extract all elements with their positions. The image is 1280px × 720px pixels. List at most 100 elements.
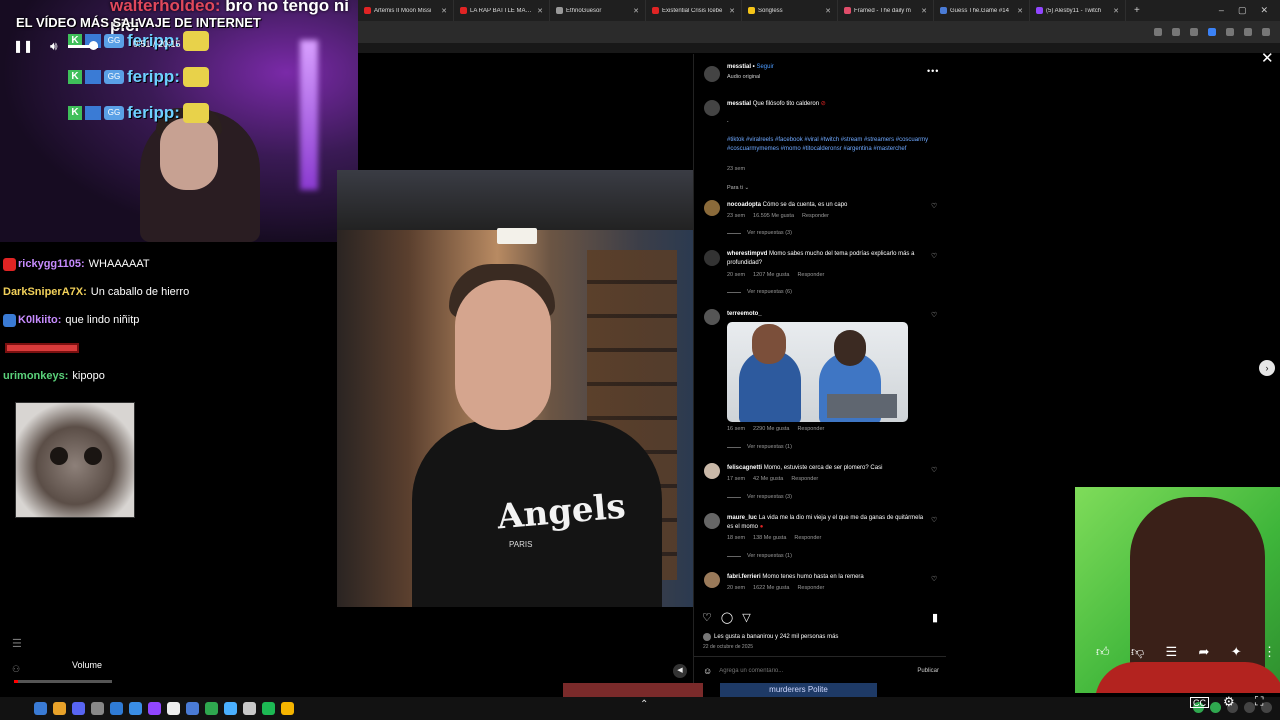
comment-likes[interactable]: 138 Me gusta	[753, 535, 786, 541]
menu-icon[interactable]	[1262, 28, 1270, 36]
maximize-button[interactable]: ▢	[1238, 5, 1247, 16]
heart-icon[interactable]: ♡	[931, 252, 937, 260]
minimize-button[interactable]: –	[1219, 5, 1224, 16]
twitch-icon[interactable]	[148, 702, 161, 715]
chat-username[interactable]: rickygg1105:	[18, 258, 85, 270]
volume-slider-knob[interactable]	[89, 41, 98, 50]
thumbs-up-icon[interactable]: 👍︎	[1096, 644, 1110, 660]
close-icon[interactable]: ✕	[633, 7, 639, 15]
cast-icon[interactable]	[1154, 28, 1162, 36]
app-icon[interactable]	[129, 702, 142, 715]
view-replies-button[interactable]: Ver respuestas (6)	[727, 289, 792, 295]
browser-tab[interactable]: EthnoGuesor ✕	[550, 0, 646, 21]
profile-icon[interactable]	[1244, 28, 1252, 36]
reply-button[interactable]: Responder	[794, 535, 821, 541]
new-tab-button[interactable]: +	[1126, 5, 1148, 16]
chat-username[interactable]: K0lkiito:	[18, 314, 61, 326]
mute-button[interactable]: ◀	[673, 664, 687, 678]
heart-icon[interactable]: ♡	[931, 202, 937, 210]
captions-button[interactable]: CC	[1190, 697, 1209, 708]
commenter-avatar[interactable]	[704, 200, 720, 216]
caption-hashtags[interactable]: #tiktok #viralreels #facebook #viral #tw…	[727, 136, 932, 153]
volume-icon[interactable]: 🔊︎	[50, 39, 58, 54]
comment-input[interactable]	[719, 668, 918, 674]
window-close-button[interactable]: ✕	[1260, 5, 1268, 16]
close-icon[interactable]: ✕	[921, 7, 927, 15]
likes-summary[interactable]: Les gusta a bananirou y 242 mil personas…	[703, 633, 838, 641]
view-replies-button[interactable]: Ver respuestas (3)	[727, 494, 792, 500]
discord-icon[interactable]	[72, 702, 85, 715]
app-icon[interactable]	[205, 702, 218, 715]
commenter-avatar[interactable]	[704, 309, 720, 325]
hamburger-icon[interactable]: ☰	[12, 637, 22, 650]
follow-button[interactable]: Seguir	[756, 64, 773, 70]
share-icon[interactable]: ▽	[742, 611, 750, 625]
comment-user[interactable]: terreemoto_	[727, 311, 762, 317]
browser-tab[interactable]: Framed - The daily m ✕	[838, 0, 934, 21]
heart-icon[interactable]: ♡	[931, 575, 937, 583]
tiktok-icon[interactable]	[167, 702, 180, 715]
comment-user[interactable]: wherestimpvd	[727, 251, 767, 257]
close-icon[interactable]: ✕	[1017, 7, 1023, 15]
bookmark-icon[interactable]: ▮	[932, 611, 938, 625]
close-icon[interactable]: ✕	[729, 7, 735, 15]
browser-tab[interactable]: Artemis II Moon Missi ✕	[358, 0, 454, 21]
pause-icon[interactable]: ❚❚	[13, 39, 33, 53]
close-icon[interactable]: ✕	[537, 7, 543, 15]
emoji-icon[interactable]: ☺	[703, 666, 712, 676]
sparkle-icon[interactable]: ✦	[1231, 644, 1242, 660]
commenter-avatar[interactable]	[704, 513, 720, 529]
windows-icon[interactable]	[34, 702, 47, 715]
comment-likes[interactable]: 2290 Me gusta	[753, 426, 789, 432]
author-name[interactable]: messtial	[727, 64, 751, 70]
browser-tab[interactable]: LA RAP BATTLE MÁS C ✕	[454, 0, 550, 21]
chat-username[interactable]: urimonkeys:	[3, 370, 68, 382]
comment-user[interactable]: feliscagnetti	[727, 465, 762, 471]
reel-video[interactable]: Angels PARIS	[337, 170, 693, 607]
comment-likes[interactable]: 1622 Me gusta	[753, 585, 789, 591]
comment-user[interactable]: maure_luc	[727, 515, 757, 521]
reply-button[interactable]: Responder	[802, 213, 829, 219]
app-icon[interactable]	[243, 702, 256, 715]
edge-icon[interactable]	[224, 702, 237, 715]
reply-button[interactable]: Responder	[797, 585, 824, 591]
comment-likes[interactable]: 1207 Me gusta	[753, 272, 789, 278]
star-icon[interactable]	[1172, 28, 1180, 36]
reply-button[interactable]: Responder	[797, 272, 824, 278]
app-icon[interactable]	[110, 702, 123, 715]
view-replies-button[interactable]: Ver respuestas (1)	[727, 553, 792, 559]
reaction-video[interactable]	[1075, 487, 1280, 693]
progress-bar[interactable]	[14, 680, 112, 683]
comment-meme-image[interactable]	[727, 322, 908, 422]
more-options-icon[interactable]: •••	[927, 66, 939, 76]
close-icon[interactable]: ✕	[1113, 7, 1119, 15]
comment-user[interactable]: nocoadopta	[727, 202, 761, 208]
chevron-up-icon[interactable]: ⌃	[640, 699, 648, 710]
browser-tab[interactable]: Songless ✕	[742, 0, 838, 21]
chrome-icon[interactable]	[281, 702, 294, 715]
reply-button[interactable]: Responder	[791, 476, 818, 482]
tray-icon[interactable]	[1210, 702, 1221, 713]
gear-icon[interactable]: ⚙	[1223, 694, 1235, 710]
comment-likes[interactable]: 42 Me gusta	[753, 476, 783, 482]
extension-icon[interactable]	[1208, 28, 1216, 36]
heart-icon[interactable]: ♡	[931, 466, 937, 474]
chevron-right-icon[interactable]: ›	[1259, 360, 1275, 376]
comment-likes[interactable]: 16.595 Me gusta	[753, 213, 794, 219]
app-icon[interactable]	[186, 702, 199, 715]
tray-icon[interactable]	[1244, 702, 1255, 713]
like-icon[interactable]: ♡	[702, 611, 712, 625]
browser-tab[interactable]: (5) Alesby11 - Twitch ✕	[1030, 0, 1126, 21]
app-icon[interactable]	[91, 702, 104, 715]
share-icon[interactable]: ➦	[1198, 644, 1209, 660]
commenter-avatar[interactable]	[704, 463, 720, 479]
view-replies-button[interactable]: Ver respuestas (3)	[727, 230, 792, 236]
chat-username[interactable]: DarkSniperA7X:	[3, 286, 87, 298]
commenter-avatar[interactable]	[704, 250, 720, 266]
author-avatar[interactable]	[704, 66, 720, 82]
caption-author[interactable]: messtial	[727, 101, 751, 107]
view-replies-button[interactable]: Ver respuestas (1)	[727, 444, 792, 450]
comment-icon[interactable]: ◯	[721, 611, 733, 625]
sort-dropdown[interactable]: Para ti ⌄	[727, 185, 749, 191]
commenter-avatar[interactable]	[704, 572, 720, 588]
